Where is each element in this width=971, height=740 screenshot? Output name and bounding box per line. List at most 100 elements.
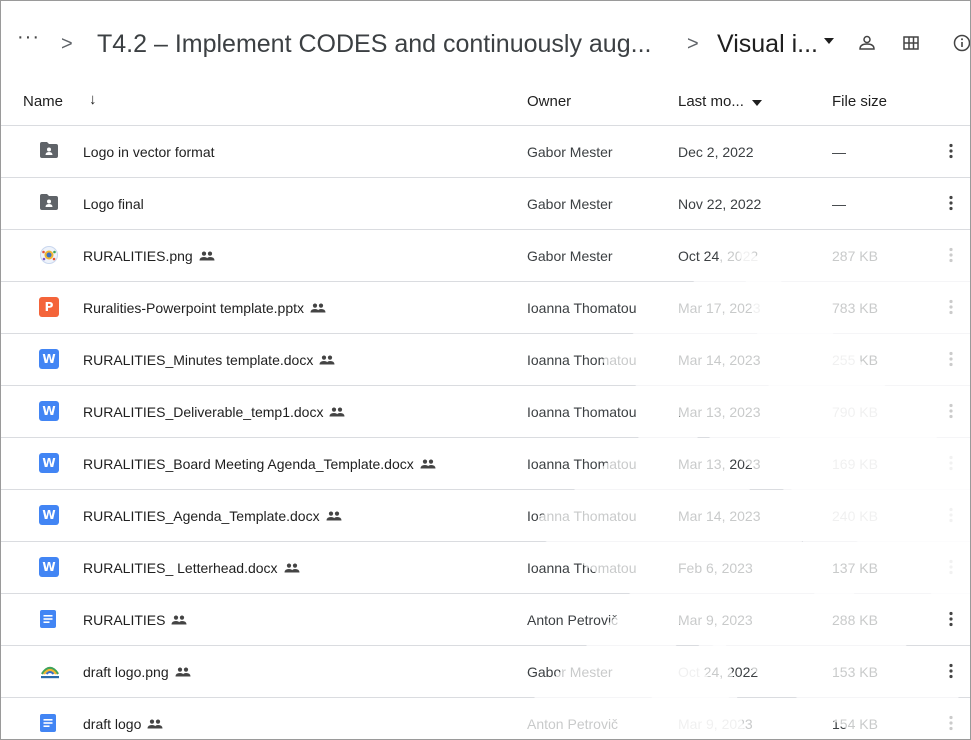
file-name[interactable]: RURALITIES_Board Meeting Agenda_Template… — [83, 455, 414, 473]
more-actions-icon[interactable] — [945, 660, 957, 682]
file-name[interactable]: Logo final — [83, 195, 144, 213]
file-row[interactable]: Logo final Gabor Mester Nov 22, 2022 — — [1, 178, 970, 230]
file-size: 240 KB — [832, 508, 878, 524]
file-name-cell[interactable]: RURALITIES.png — [83, 247, 215, 265]
file-last-modified: Mar 9, 2023 — [678, 716, 753, 732]
file-size: 287 KB — [832, 248, 878, 264]
file-name-cell[interactable]: Logo in vector format — [83, 143, 215, 161]
grid-view-icon[interactable] — [899, 31, 923, 55]
file-row[interactable]: draft logo Anton Petrovič Mar 9, 2023 154 K… — [1, 698, 970, 739]
chevron-down-icon[interactable] — [824, 38, 834, 44]
file-owner: Anton Petrovič — [527, 612, 619, 628]
file-name-cell[interactable]: RURALITIES_Minutes template.docx — [83, 351, 335, 369]
word-icon: W — [39, 557, 59, 577]
file-row[interactable]: Logo in vector format Gabor Mester Dec 2, … — [1, 126, 970, 178]
drive-file-list: ··· > T4.2 – Implement CODES and continu… — [0, 0, 971, 740]
file-last-modified: Feb 6, 2023 — [678, 560, 753, 576]
file-name-cell[interactable]: Ruralities-Powerpoint template.pptx — [83, 299, 326, 317]
breadcrumb-separator: > — [687, 33, 699, 55]
file-row[interactable]: W RURALITIES_Board Meeting Agenda_Templat… — [1, 438, 970, 490]
sort-direction-icon[interactable]: ↓ — [89, 91, 97, 109]
more-actions-icon[interactable] — [945, 608, 957, 630]
file-last-modified: Mar 17, 2023 — [678, 300, 761, 316]
shared-people-icon — [147, 719, 163, 729]
file-name[interactable]: RURALITIES — [83, 611, 165, 629]
file-size: 153 KB — [832, 664, 878, 680]
file-name-cell[interactable]: RURALITIES_Deliverable_temp1.docx — [83, 403, 345, 421]
more-actions-icon[interactable] — [945, 192, 957, 214]
file-row[interactable]: W RURALITIES_Deliverable_temp1.docx Ioanna… — [1, 386, 970, 438]
file-name-cell[interactable]: RURALITIES_ Letterhead.docx — [83, 559, 300, 577]
column-header-last-modified[interactable]: Last mo... — [678, 93, 744, 111]
word-icon: W — [39, 401, 59, 421]
file-name-cell[interactable]: draft logo.png — [83, 663, 191, 681]
file-owner: Ioanna Thomatou — [527, 560, 637, 576]
file-size: 288 KB — [832, 612, 878, 628]
file-name-cell[interactable]: Logo final — [83, 195, 144, 213]
info-icon[interactable] — [950, 31, 970, 55]
file-owner: Ioanna Thomatou — [527, 300, 637, 316]
column-header-name[interactable]: Name — [23, 93, 63, 111]
file-name[interactable]: RURALITIES_Deliverable_temp1.docx — [83, 403, 323, 421]
breadcrumb-current-folder[interactable]: Visual i... — [717, 30, 818, 58]
file-name[interactable]: draft logo.png — [83, 663, 169, 681]
file-name[interactable]: Logo in vector format — [83, 143, 215, 161]
more-actions-icon[interactable] — [945, 556, 957, 578]
file-name[interactable]: RURALITIES_ Letterhead.docx — [83, 559, 278, 577]
more-actions-icon[interactable] — [945, 140, 957, 162]
shared-people-icon — [326, 511, 342, 521]
file-row[interactable]: RURALITIES Anton Petrovič Mar 9, 2023 288 K… — [1, 594, 970, 646]
file-name-cell[interactable]: RURALITIES_Agenda_Template.docx — [83, 507, 342, 525]
file-row[interactable]: RURALITIES.png Gabor Mester Oct 24, 2022 28… — [1, 230, 970, 282]
file-name[interactable]: RURALITIES.png — [83, 247, 193, 265]
file-name-cell[interactable]: draft logo — [83, 715, 163, 733]
more-actions-icon[interactable] — [945, 400, 957, 422]
more-actions-icon[interactable] — [945, 504, 957, 526]
file-row[interactable]: W RURALITIES_ Letterhead.docx Ioanna Thoma… — [1, 542, 970, 594]
breadcrumb-separator: > — [61, 33, 73, 55]
file-name[interactable]: draft logo — [83, 715, 141, 733]
file-owner: Gabor Mester — [527, 196, 613, 212]
more-actions-icon[interactable] — [945, 712, 957, 734]
people-icon[interactable] — [855, 31, 879, 55]
google-docs-icon — [39, 713, 59, 733]
file-last-modified: Mar 14, 2023 — [678, 352, 761, 368]
shared-folder-icon — [39, 141, 59, 161]
column-header-owner[interactable]: Owner — [527, 93, 571, 111]
file-name-cell[interactable]: RURALITIES — [83, 611, 187, 629]
file-name-cell[interactable]: RURALITIES_Board Meeting Agenda_Template… — [83, 455, 436, 473]
file-owner: Ioanna Thomatou — [527, 456, 637, 472]
file-owner: Gabor Mester — [527, 144, 613, 160]
file-name[interactable]: Ruralities-Powerpoint template.pptx — [83, 299, 304, 317]
file-size: 154 KB — [832, 716, 878, 732]
breadcrumb-more-button[interactable]: ··· — [17, 27, 40, 47]
file-size: 137 KB — [832, 560, 878, 576]
more-actions-icon[interactable] — [945, 296, 957, 318]
file-row[interactable]: draft logo.png Gabor Mester Oct 24, 2022 15… — [1, 646, 970, 698]
more-actions-icon[interactable] — [945, 452, 957, 474]
breadcrumb-parent-folder[interactable]: T4.2 – Implement CODES and continuously … — [97, 30, 651, 58]
file-row[interactable]: W RURALITIES_Agenda_Template.docx Ioanna T… — [1, 490, 970, 542]
file-size: 169 KB — [832, 456, 878, 472]
file-owner: Ioanna Thomatou — [527, 508, 637, 524]
file-row[interactable]: P Ruralities-Powerpoint template.pptx Ioan… — [1, 282, 970, 334]
shared-people-icon — [319, 355, 335, 365]
file-list-header: Name ↓ Owner Last mo... File size — [1, 75, 970, 126]
file-name[interactable]: RURALITIES_Minutes template.docx — [83, 351, 313, 369]
chevron-down-icon[interactable] — [752, 100, 762, 106]
shared-people-icon — [199, 251, 215, 261]
shared-people-icon — [420, 459, 436, 469]
column-header-file-size[interactable]: File size — [832, 93, 887, 111]
file-owner: Anton Petrovič — [527, 716, 619, 732]
shared-people-icon — [284, 563, 300, 573]
more-actions-icon[interactable] — [945, 244, 957, 266]
file-last-modified: Dec 2, 2022 — [678, 144, 754, 160]
more-actions-icon[interactable] — [945, 348, 957, 370]
file-name[interactable]: RURALITIES_Agenda_Template.docx — [83, 507, 320, 525]
breadcrumb: ··· > T4.2 – Implement CODES and continu… — [1, 1, 970, 75]
file-row[interactable]: W RURALITIES_Minutes template.docx Ioanna … — [1, 334, 970, 386]
word-icon: W — [39, 505, 59, 525]
word-icon: W — [39, 453, 59, 473]
file-last-modified: Mar 13, 2023 — [678, 404, 761, 420]
shared-people-icon — [310, 303, 326, 313]
